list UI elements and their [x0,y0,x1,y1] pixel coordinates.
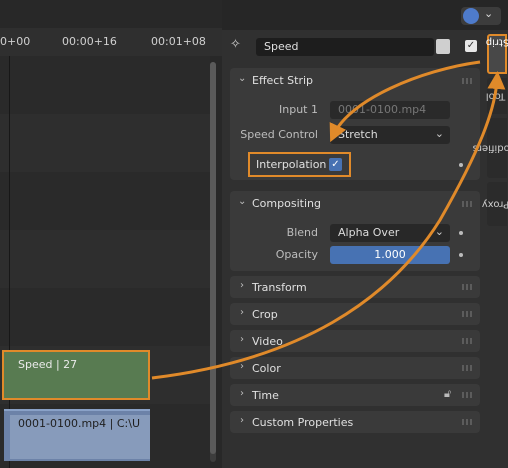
speed-control-dropdown[interactable]: Stretch ⌄ [330,126,450,144]
transform-title: Transform [252,281,307,294]
timeline-scrollbar-thumb[interactable] [210,62,216,454]
keyframe-dot-icon[interactable] [459,163,463,167]
unlock-icon[interactable]: 🔓︎ [444,387,451,401]
time-title: Time [252,389,279,402]
overlay-icon [463,8,479,24]
effect-strip-icon: ✧ [230,37,241,52]
interpolation-checkbox[interactable]: ✓ [329,158,342,171]
chevron-right-icon: › [240,388,244,399]
channel-row[interactable] [0,114,210,172]
input1-field[interactable]: 0001-0100.mp4 [330,101,450,119]
speed-control-value: Stretch [338,128,378,141]
chevron-right-icon: › [240,280,244,291]
channel-row[interactable] [0,56,210,114]
movie-strip-label: 0001-0100.mp4 | C:\U [18,417,140,430]
custom-properties-panel[interactable]: › Custom Properties [230,411,480,433]
tab-strip-label: Strip [485,36,508,48]
input1-label: Input 1 [279,103,318,116]
crop-panel[interactable]: › Crop [230,303,480,325]
time-panel[interactable]: › Time 🔓︎ [230,384,480,406]
crop-title: Crop [252,308,278,321]
effect-strip-panel-header[interactable]: ⌄ Effect Strip [230,68,480,94]
tab-modifiers-label: Modifiers [472,142,508,154]
keyframe-dot-icon[interactable] [459,231,463,235]
chevron-right-icon: › [240,361,244,372]
drag-grip-icon[interactable] [462,365,474,371]
chevron-down-icon: ⌄ [238,73,247,84]
drag-grip-icon[interactable] [462,392,474,398]
opacity-value: 1.000 [374,248,406,261]
tab-tool-label: Tool [485,90,506,102]
video-title: Video [252,335,283,348]
drag-grip-icon[interactable] [462,419,474,425]
channel-row[interactable] [0,172,210,230]
speed-control-label: Speed Control [240,128,318,141]
transform-panel[interactable]: › Transform [230,276,480,298]
channel-row[interactable] [0,230,210,288]
color-title: Color [252,362,281,375]
blend-label: Blend [286,226,318,239]
strip-enabled-checkbox[interactable]: ✓ [465,40,477,52]
compositing-title: Compositing [252,197,321,210]
chevron-down-icon: ⌄ [484,7,494,20]
drag-grip-icon[interactable] [462,284,474,290]
opacity-label: Opacity [275,248,318,261]
chevron-down-icon: ⌄ [238,196,247,207]
chevron-down-icon: ⌄ [434,127,444,140]
effect-strip-title: Effect Strip [252,74,314,87]
blend-dropdown[interactable]: Alpha Over ⌄ [330,224,450,242]
drag-grip-icon[interactable] [462,338,474,344]
strip-name-field[interactable]: Speed [256,38,434,56]
chevron-right-icon: › [240,307,244,318]
chevron-right-icon: › [240,415,244,426]
compositing-panel-header[interactable]: ⌄ Compositing [230,191,480,217]
chevron-right-icon: › [240,334,244,345]
drag-grip-icon[interactable] [462,311,474,317]
ruler-tick-label: 00:01+08 [151,35,206,48]
speed-effect-strip[interactable]: Speed | 27 [2,350,150,400]
tab-strip[interactable]: Strip [485,34,508,74]
input1-value: 0001-0100.mp4 [338,103,427,116]
tab-proxy[interactable]: Proxy [482,182,508,226]
strip-name-value: Speed [264,40,299,53]
chevron-down-icon: ⌄ [434,225,444,238]
tab-modifiers[interactable]: Modifiers [473,118,508,178]
channel-row[interactable] [0,288,210,346]
custom-properties-title: Custom Properties [252,416,354,429]
playhead-line [9,56,10,468]
movie-strip[interactable]: 0001-0100.mp4 | C:\U [4,409,150,461]
ruler-tick-label: 0+00 [0,35,31,48]
opacity-slider[interactable]: 1.000 [330,246,450,264]
document-icon [436,39,450,54]
tab-proxy-label: Proxy [481,198,508,210]
interpolation-label: Interpolation [256,158,327,171]
drag-grip-icon[interactable] [462,78,474,84]
ruler-tick-label: 00:00+16 [62,35,117,48]
blend-value: Alpha Over [338,226,400,239]
tab-tool[interactable]: Tool [485,78,507,114]
color-panel[interactable]: › Color [230,357,480,379]
speed-strip-label: Speed | 27 [18,358,78,371]
video-panel[interactable]: › Video [230,330,480,352]
drag-grip-icon[interactable] [462,201,474,207]
keyframe-dot-icon[interactable] [459,253,463,257]
